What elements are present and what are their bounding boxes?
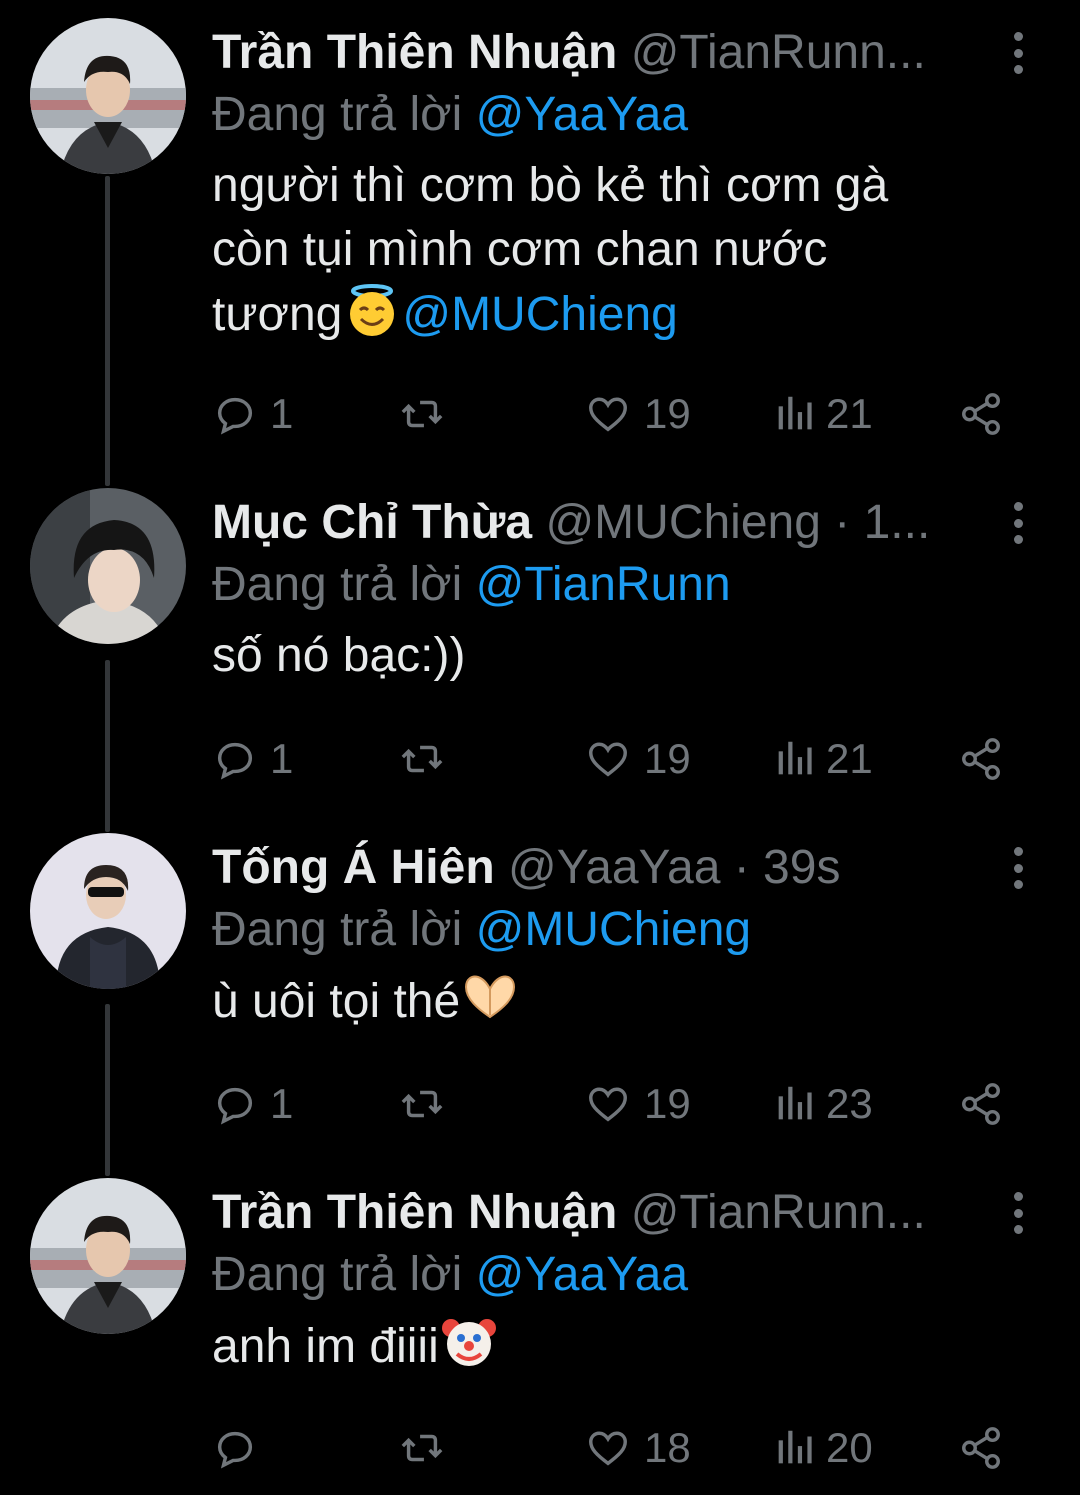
action-bar: 18 20 — [212, 1418, 1012, 1478]
views-button[interactable]: 21 — [774, 384, 873, 444]
share-button[interactable] — [958, 729, 1004, 789]
reply-button[interactable]: 1 — [212, 729, 293, 789]
action-bar: 1 19 23 — [212, 1074, 1012, 1134]
views-count: 21 — [826, 735, 873, 782]
like-button[interactable]: 19 — [584, 384, 691, 444]
retweet-icon — [401, 400, 443, 428]
share-button[interactable] — [958, 384, 1004, 444]
views-count: 20 — [826, 1424, 873, 1471]
avatar[interactable] — [30, 1178, 186, 1334]
views-icon — [778, 741, 812, 775]
views-icon — [778, 1086, 812, 1120]
smiling-face-with-halo-icon — [342, 282, 402, 338]
like-button[interactable]: 19 — [584, 729, 691, 789]
more-icon[interactable] — [1000, 496, 1036, 550]
tweet[interactable]: Mục Chỉ Thừa @MUChieng · 1... Đang trả l… — [0, 470, 1080, 815]
like-count: 19 — [644, 735, 691, 782]
retweet-icon — [401, 1434, 443, 1462]
tweet-text-content: ù uôi tọi thé — [212, 975, 461, 1028]
like-icon — [589, 742, 627, 777]
display-name[interactable]: Tống Á Hiên — [212, 841, 495, 894]
like-button[interactable]: 18 — [584, 1418, 691, 1478]
display-name[interactable]: Mục Chỉ Thừa — [212, 496, 532, 549]
share-button[interactable] — [958, 1074, 1004, 1134]
replying-to-mention[interactable]: @MUChieng — [476, 903, 751, 956]
replying-to-mention[interactable]: @TianRunn — [476, 558, 731, 611]
reply-icon — [217, 1431, 253, 1469]
share-icon — [962, 1427, 1000, 1469]
views-button[interactable]: 23 — [774, 1074, 873, 1134]
tweet-text: người thì cơm bò kẻ thì cơm gà còn tụi m… — [212, 154, 1012, 347]
reply-icon — [217, 1087, 253, 1125]
like-count: 18 — [644, 1424, 691, 1471]
action-bar: 1 19 21 — [212, 729, 1012, 789]
share-icon — [962, 1083, 1000, 1125]
username-handle[interactable]: @YaaYaa · 39s — [508, 841, 840, 894]
reply-icon — [217, 742, 253, 780]
retweet-button[interactable] — [398, 1074, 458, 1134]
share-icon — [962, 393, 1000, 435]
replying-to-mention[interactable]: @YaaYaa — [476, 88, 688, 141]
more-icon[interactable] — [1000, 841, 1036, 895]
like-icon — [589, 397, 627, 432]
like-count: 19 — [644, 390, 691, 437]
reply-count: 1 — [270, 1080, 294, 1127]
replying-to-label: Đang trả lời — [212, 1248, 463, 1301]
avatar[interactable] — [30, 18, 186, 174]
clown-face-icon — [439, 1314, 499, 1370]
share-button[interactable] — [958, 1418, 1004, 1478]
like-button[interactable]: 19 — [584, 1074, 691, 1134]
tweet-text: ù uôi tọi thé — [212, 969, 1012, 1034]
heart-hands-icon — [460, 969, 520, 1025]
more-icon[interactable] — [1000, 26, 1036, 80]
tweet[interactable]: Trần Thiên Nhuận @TianRunn... Đang trả l… — [0, 0, 1080, 470]
views-count: 23 — [826, 1080, 873, 1127]
reply-count: 1 — [270, 735, 294, 782]
reply-count: 1 — [270, 390, 294, 437]
tweet-text: anh im điiii — [212, 1314, 1012, 1379]
views-button[interactable]: 20 — [774, 1418, 873, 1478]
username-handle[interactable]: @TianRunn... — [631, 26, 926, 79]
avatar[interactable] — [30, 488, 186, 644]
replying-to-label: Đang trả lời — [212, 558, 463, 611]
username-handle[interactable]: @TianRunn... — [631, 1186, 926, 1239]
like-icon — [589, 1431, 627, 1466]
share-icon — [962, 738, 1000, 780]
tweet[interactable]: Tống Á Hiên @YaaYaa · 39s Đang trả lời @… — [0, 815, 1080, 1160]
tweet-text-content: anh im điiii — [212, 1320, 439, 1373]
retweet-button[interactable] — [398, 1418, 458, 1478]
username-handle[interactable]: @MUChieng · 1... — [545, 496, 930, 549]
reply-button[interactable]: 1 — [212, 1074, 293, 1134]
retweet-icon — [401, 1090, 443, 1118]
tweet[interactable]: Trần Thiên Nhuận @TianRunn... Đang trả l… — [0, 1160, 1080, 1495]
tweet-text: số nó bạc:)) — [212, 624, 1012, 688]
more-icon[interactable] — [1000, 1186, 1036, 1240]
views-count: 21 — [826, 390, 873, 437]
views-icon — [778, 396, 812, 430]
retweet-button[interactable] — [398, 384, 458, 444]
retweet-icon — [401, 745, 443, 773]
display-name[interactable]: Trần Thiên Nhuận — [212, 1186, 617, 1239]
reply-icon — [217, 397, 253, 435]
replying-to-label: Đang trả lời — [212, 88, 463, 141]
tweet-text-content: số nó bạc:)) — [212, 629, 466, 682]
retweet-button[interactable] — [398, 729, 458, 789]
display-name[interactable]: Trần Thiên Nhuận — [212, 26, 617, 79]
avatar[interactable] — [30, 833, 186, 989]
mention-link[interactable]: @MUChieng — [402, 288, 677, 341]
replying-to-mention[interactable]: @YaaYaa — [476, 1248, 688, 1301]
reply-button[interactable] — [212, 1418, 270, 1478]
like-icon — [589, 1087, 627, 1122]
views-button[interactable]: 21 — [774, 729, 873, 789]
replying-to-label: Đang trả lời — [212, 903, 463, 956]
action-bar: 1 19 21 — [212, 384, 1012, 444]
reply-button[interactable]: 1 — [212, 384, 293, 444]
views-icon — [778, 1430, 812, 1464]
like-count: 19 — [644, 1080, 691, 1127]
